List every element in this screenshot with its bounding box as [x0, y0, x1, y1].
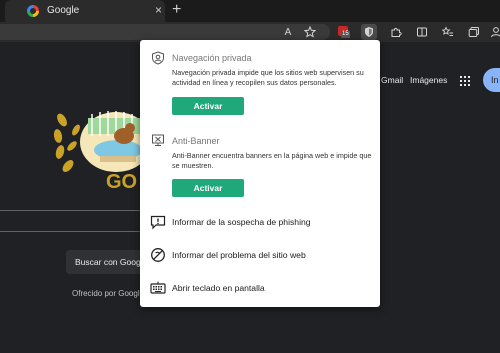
- browser-toolbar: A 15: [0, 22, 500, 42]
- profile-icon: [491, 27, 500, 38]
- report-site-problem-label: Informar del problema del sitio web: [172, 250, 306, 260]
- collections-icon: [468, 27, 479, 37]
- anti-banner-activate-button[interactable]: Activar: [172, 179, 244, 197]
- onscreen-keyboard-item[interactable]: Abrir teclado en pantalla: [148, 278, 374, 298]
- onscreen-keyboard-label: Abrir teclado en pantalla: [172, 283, 265, 293]
- profile-button[interactable]: [488, 24, 500, 40]
- sign-in-button[interactable]: In: [483, 68, 500, 92]
- extensions-button[interactable]: [388, 24, 404, 40]
- favorites-star-list-icon: [442, 26, 453, 36]
- star-icon: [304, 26, 316, 38]
- message-alert-icon: [150, 215, 166, 230]
- offered-by-text: Ofrecido por Google: [72, 289, 145, 298]
- split-screen-icon: [417, 27, 427, 37]
- tab-google[interactable]: Google ×: [5, 0, 165, 22]
- split-screen-button[interactable]: [414, 24, 430, 40]
- no-entry-icon: [151, 248, 165, 262]
- report-site-problem-item[interactable]: Informar del problema del sitio web: [148, 245, 374, 265]
- read-aloud-icon: A: [284, 26, 292, 38]
- google-search-label: Buscar con Goog: [75, 257, 141, 267]
- anti-banner-description: Anti-Banner encuentra banners en la pági…: [172, 151, 372, 170]
- private-browsing-title: Navegación privada: [172, 53, 252, 63]
- images-link[interactable]: Imágenes: [410, 75, 447, 85]
- anti-banner-icon: [152, 134, 164, 146]
- sign-in-label: In: [491, 75, 499, 85]
- tab-close-button[interactable]: ×: [155, 3, 162, 17]
- doodle-letters: GO: [106, 171, 137, 192]
- collections-button[interactable]: [466, 24, 482, 40]
- anti-banner-title: Anti-Banner: [172, 136, 220, 146]
- new-tab-button[interactable]: +: [172, 1, 181, 19]
- private-browsing-description: Navegación privada impide que los sitios…: [172, 68, 364, 87]
- kaspersky-popup: Navegación privada Navegación privada im…: [140, 40, 380, 307]
- tab-title: Google: [47, 5, 80, 16]
- private-browsing-icon: [152, 51, 164, 65]
- favorite-star-button[interactable]: [302, 24, 318, 40]
- google-favicon-icon: [27, 5, 39, 17]
- shield-icon: [365, 27, 373, 37]
- gmail-link[interactable]: Gmail: [381, 75, 403, 85]
- tab-strip: Google × +: [0, 0, 500, 22]
- search-box[interactable]: [0, 210, 140, 232]
- report-phishing-item[interactable]: Informar de la sospecha de phishing: [148, 212, 374, 232]
- favorites-button[interactable]: [440, 24, 456, 40]
- private-browsing-activate-button[interactable]: Activar: [172, 97, 244, 115]
- google-search-button[interactable]: Buscar con Goog: [66, 250, 146, 274]
- extension-badge-count: 15: [341, 31, 350, 38]
- google-doodle[interactable]: GO: [50, 100, 152, 193]
- report-phishing-label: Informar de la sospecha de phishing: [172, 217, 311, 227]
- read-aloud-button[interactable]: A: [280, 24, 296, 40]
- puzzle-icon: [391, 27, 402, 37]
- google-apps-icon[interactable]: [460, 76, 470, 86]
- extension-badge-button[interactable]: 15: [336, 24, 352, 40]
- keyboard-icon: [150, 281, 166, 294]
- kaspersky-extension-button[interactable]: [361, 24, 377, 40]
